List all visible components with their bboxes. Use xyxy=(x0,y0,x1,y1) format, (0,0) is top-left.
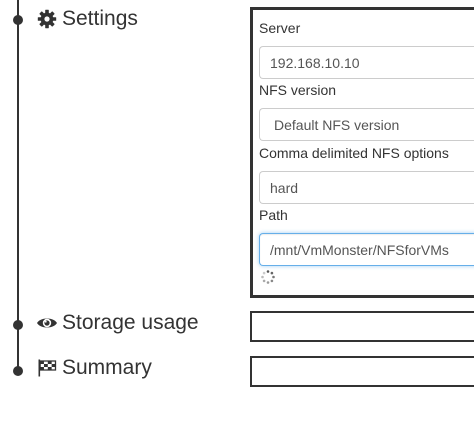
timeline-dot-summary xyxy=(13,366,23,376)
settings-panel: Server NFS version Default NFS version C… xyxy=(250,7,474,298)
step-settings-label: Settings xyxy=(62,7,138,30)
spinner-icon xyxy=(261,270,275,284)
nfs-version-label: NFS version xyxy=(259,82,337,98)
nfs-version-select[interactable]: Default NFS version xyxy=(259,108,474,141)
timeline-line xyxy=(17,0,19,372)
flag-checkered-icon xyxy=(36,357,58,379)
step-settings[interactable]: Settings xyxy=(36,7,138,31)
summary-panel[interactable] xyxy=(250,356,474,387)
step-storage-usage[interactable]: Storage usage xyxy=(36,311,199,335)
storage-usage-panel[interactable] xyxy=(250,311,474,342)
path-label: Path xyxy=(259,207,288,223)
nfs-version-selected: Default NFS version xyxy=(274,116,400,133)
path-input[interactable] xyxy=(259,233,474,266)
nfs-options-input[interactable] xyxy=(259,171,474,204)
wizard: Settings Server NFS version Default NFS … xyxy=(0,0,474,433)
step-summary-label: Summary xyxy=(62,356,152,379)
timeline-dot-settings xyxy=(13,15,23,25)
step-storage-usage-label: Storage usage xyxy=(62,311,199,334)
server-input[interactable] xyxy=(259,46,474,79)
step-summary[interactable]: Summary xyxy=(36,356,152,380)
timeline-dot-storage-usage xyxy=(13,320,23,330)
nfs-options-label: Comma delimited NFS options xyxy=(259,145,449,161)
eye-icon xyxy=(36,312,58,334)
server-label: Server xyxy=(259,20,301,36)
gear-icon xyxy=(36,8,58,30)
